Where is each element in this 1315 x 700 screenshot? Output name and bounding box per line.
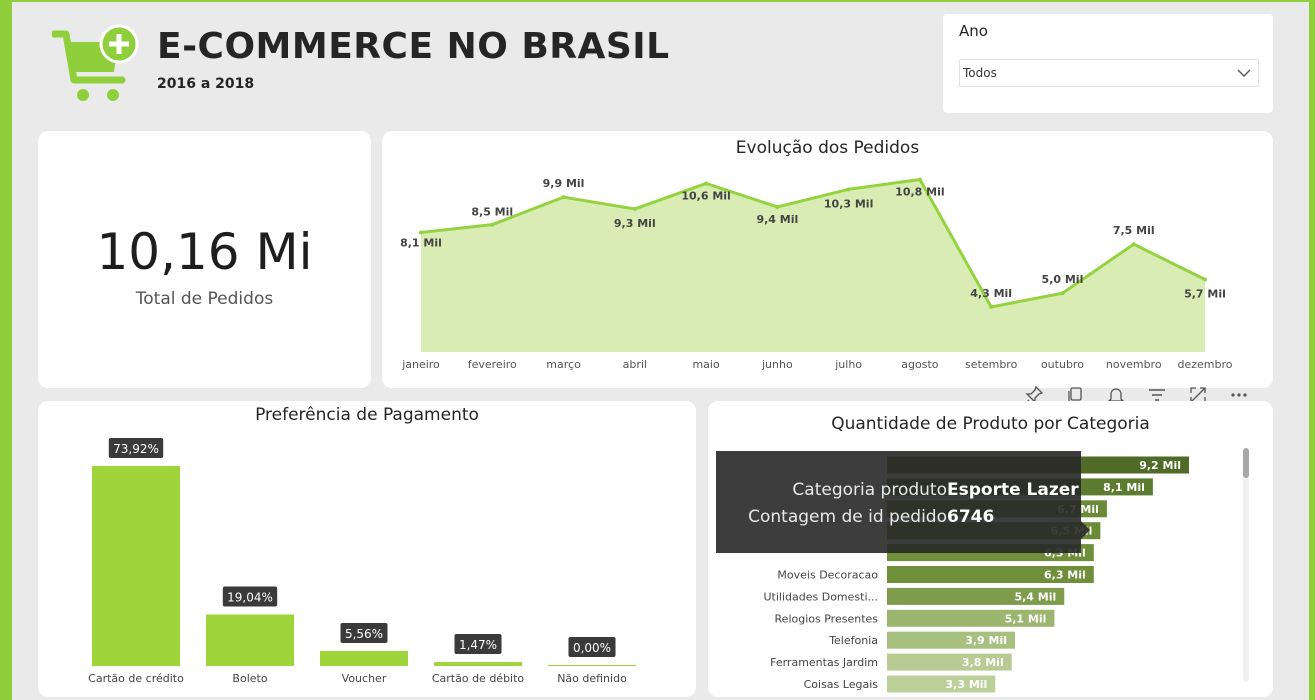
payment-preference-chart[interactable]: Preferência de Pagamento 73,92% Cartão de…: [38, 401, 696, 697]
tooltip-value: Esporte Lazer: [947, 480, 1079, 500]
category-y-tick: Coisas Legais: [804, 678, 879, 691]
category-data-label: 5,4 Mil: [1014, 590, 1056, 603]
category-data-label: 5,1 Mil: [1005, 612, 1047, 625]
evolution-point[interactable]: [704, 181, 709, 186]
page-subtitle: 2016 a 2018: [157, 76, 255, 92]
evolution-data-label: 7,5 Mil: [1113, 224, 1155, 237]
evolution-point[interactable]: [775, 204, 780, 209]
tooltip-key: Contagem de id pedido: [748, 507, 947, 527]
payment-data-label: 73,92%: [113, 442, 159, 456]
evolution-point[interactable]: [989, 304, 994, 309]
payment-x-tick: Voucher: [342, 672, 387, 685]
category-data-label: 6,3 Mil: [1044, 569, 1086, 582]
evolution-point[interactable]: [419, 230, 423, 235]
payment-data-label: 19,04%: [227, 590, 273, 604]
total-orders-card[interactable]: 10,16 Mi Total de Pedidos: [38, 131, 371, 388]
evolution-x-tick: abril: [623, 358, 647, 371]
payment-x-tick: Cartão de débito: [432, 672, 525, 685]
slicer-label: Ano: [959, 22, 988, 40]
chart-tooltip: Categoria produto Esporte Lazer Contagem…: [716, 451, 1090, 553]
evolution-point[interactable]: [1060, 291, 1065, 296]
orders-evolution-chart[interactable]: Evolução dos Pedidos 8,1 Mil janeiro 8,5 M…: [382, 131, 1273, 388]
payment-x-tick: Cartão de crédito: [88, 672, 184, 685]
frame-top-border: [0, 0, 1315, 2]
category-data-label: 3,8 Mil: [962, 656, 1004, 669]
evolution-x-tick: junho: [761, 358, 793, 371]
category-data-label: 3,3 Mil: [946, 678, 988, 691]
category-y-tick: Relogios Presentes: [775, 612, 879, 625]
payment-data-label: 0,00%: [573, 641, 611, 655]
frame-right-border: [1309, 0, 1315, 700]
evolution-x-tick: dezembro: [1178, 358, 1233, 371]
evolution-x-tick: novembro: [1106, 358, 1162, 371]
evolution-x-tick: maio: [692, 358, 720, 371]
payment-bar[interactable]: [206, 614, 294, 666]
evolution-data-label: 9,9 Mil: [543, 177, 585, 190]
evolution-point[interactable]: [1203, 277, 1207, 282]
evolution-point[interactable]: [917, 177, 922, 182]
shopping-cart-plus-icon: [52, 24, 139, 101]
year-slicer: Ano Todos: [943, 14, 1273, 113]
scrollbar-thumb[interactable]: [1243, 448, 1249, 478]
category-scrollbar[interactable]: [1243, 448, 1249, 682]
category-data-label: 8,1 Mil: [1103, 481, 1145, 494]
payment-data-label: 1,47%: [459, 638, 497, 652]
payment-x-tick: Boleto: [232, 672, 267, 685]
payment-bar[interactable]: [548, 665, 636, 666]
category-y-tick: Utilidades Domesti...: [763, 590, 878, 603]
payment-bar[interactable]: [434, 662, 522, 666]
evolution-x-tick: julho: [834, 358, 862, 371]
evolution-x-tick: setembro: [965, 358, 1018, 371]
evolution-point[interactable]: [846, 187, 851, 192]
evolution-chart-svg: 8,1 Mil janeiro 8,5 Mil fevereiro 9,9 Mil mar…: [400, 177, 1233, 371]
total-orders-caption: Total de Pedidos: [135, 289, 274, 309]
evolution-x-tick: agosto: [901, 358, 938, 371]
tooltip-key: Categoria produto: [792, 480, 947, 500]
evolution-data-label: 9,3 Mil: [614, 217, 656, 230]
evolution-data-label: 10,3 Mil: [824, 197, 873, 210]
payment-bar[interactable]: [320, 650, 408, 666]
evolution-x-tick: fevereiro: [468, 358, 517, 371]
evolution-data-label: 5,0 Mil: [1042, 273, 1084, 286]
evolution-data-label: 10,6 Mil: [681, 189, 730, 202]
evolution-data-label: 4,3 Mil: [970, 287, 1012, 300]
category-y-tick: Moveis Decoracao: [777, 569, 878, 582]
tooltip-arrow: [1081, 521, 1090, 539]
page-title: E-COMMERCE NO BRASIL: [157, 26, 670, 67]
evolution-point[interactable]: [490, 222, 495, 227]
category-data-label: 9,2 Mil: [1139, 459, 1181, 472]
payment-data-label: 5,56%: [345, 627, 383, 641]
evolution-x-tick: janeiro: [401, 358, 440, 371]
frame-left-border: [0, 0, 12, 700]
year-dropdown[interactable]: Todos: [959, 59, 1259, 87]
category-data-label: 3,9 Mil: [965, 634, 1007, 647]
evolution-data-label: 8,1 Mil: [400, 236, 442, 249]
evolution-point[interactable]: [561, 195, 566, 200]
evolution-data-label: 8,5 Mil: [471, 206, 513, 219]
evolution-x-tick: março: [546, 358, 581, 371]
year-dropdown-value: Todos: [963, 66, 997, 80]
payment-chart-svg: 73,92% Cartão de crédito 19,04% Boleto 5,56%…: [88, 438, 636, 685]
category-y-tick: Telefonia: [828, 634, 878, 647]
total-orders-value: 10,16 Mi: [96, 223, 313, 281]
payment-x-tick: Não definido: [557, 672, 627, 685]
category-y-tick: Ferramentas Jardim: [770, 656, 878, 669]
tooltip-value: 6746: [947, 507, 995, 527]
payment-bar[interactable]: [92, 466, 180, 666]
evolution-x-tick: outubro: [1041, 358, 1084, 371]
evolution-data-label: 5,7 Mil: [1184, 287, 1226, 300]
evolution-point[interactable]: [1131, 242, 1136, 247]
evolution-data-label: 10,8 Mil: [895, 186, 944, 199]
chevron-down-icon: [1237, 69, 1251, 77]
evolution-data-label: 9,4 Mil: [756, 213, 798, 226]
evolution-point[interactable]: [632, 206, 637, 211]
